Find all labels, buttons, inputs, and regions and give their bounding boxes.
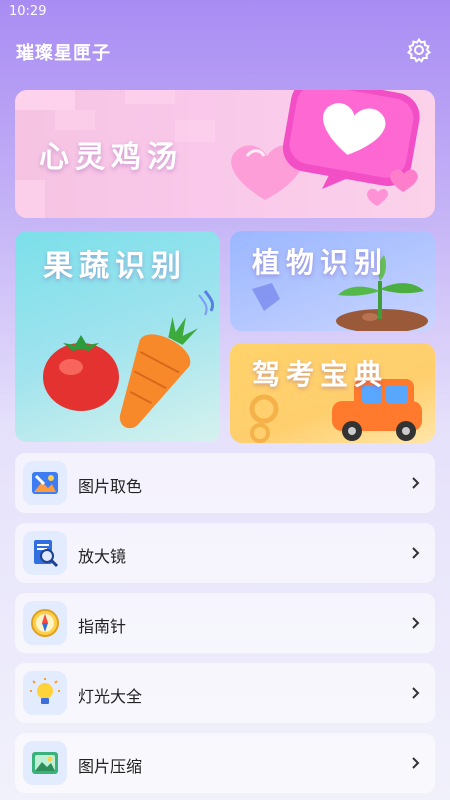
status-bar: 10:29 — [0, 0, 450, 24]
list-label: 指南针 — [78, 617, 127, 636]
gear-icon — [406, 37, 432, 63]
list-item-compass[interactable]: 指南针 — [15, 593, 435, 653]
chevron-right-icon — [412, 477, 420, 489]
list-label: 图片取色 — [78, 477, 143, 496]
settings-button[interactable] — [406, 37, 432, 63]
list-item-lighting[interactable]: 灯光大全 — [15, 663, 435, 723]
card-fruit-recognition[interactable]: 果蔬识别 — [15, 231, 220, 442]
color-picker-icon — [23, 461, 67, 505]
banner-card-inspiration[interactable]: 心灵鸡汤 — [15, 90, 435, 218]
list-item-image-compress[interactable]: 图片压缩 — [15, 733, 435, 793]
chevron-right-icon — [412, 687, 420, 699]
chevron-right-icon — [412, 617, 420, 629]
list-item-magnifier[interactable]: 放大镜 — [15, 523, 435, 583]
banner-title: 心灵鸡汤 — [39, 140, 183, 175]
chevron-right-icon — [412, 757, 420, 769]
list-label: 放大镜 — [78, 547, 127, 566]
list-item-color-picker[interactable]: 图片取色 — [15, 453, 435, 513]
card-plant-recognition[interactable]: 植物识别 — [230, 231, 435, 331]
compass-icon — [23, 601, 67, 645]
list-label: 图片压缩 — [78, 757, 143, 776]
card-plant-title: 植物识别 — [252, 246, 389, 279]
app-title: 璀璨星匣子 — [16, 43, 111, 64]
card-driver-title: 驾考宝典 — [252, 358, 389, 391]
list-label: 灯光大全 — [78, 687, 143, 706]
chevron-right-icon — [412, 547, 420, 559]
card-fruit-title: 果蔬识别 — [43, 249, 187, 284]
card-driving-test[interactable]: 驾考宝典 — [230, 343, 435, 443]
lightbulb-icon — [23, 671, 67, 715]
magnifier-icon — [23, 531, 67, 575]
image-compress-icon — [23, 741, 67, 785]
status-time: 10:29 — [9, 4, 47, 19]
top-bar: 璀璨星匣子 — [0, 30, 450, 70]
